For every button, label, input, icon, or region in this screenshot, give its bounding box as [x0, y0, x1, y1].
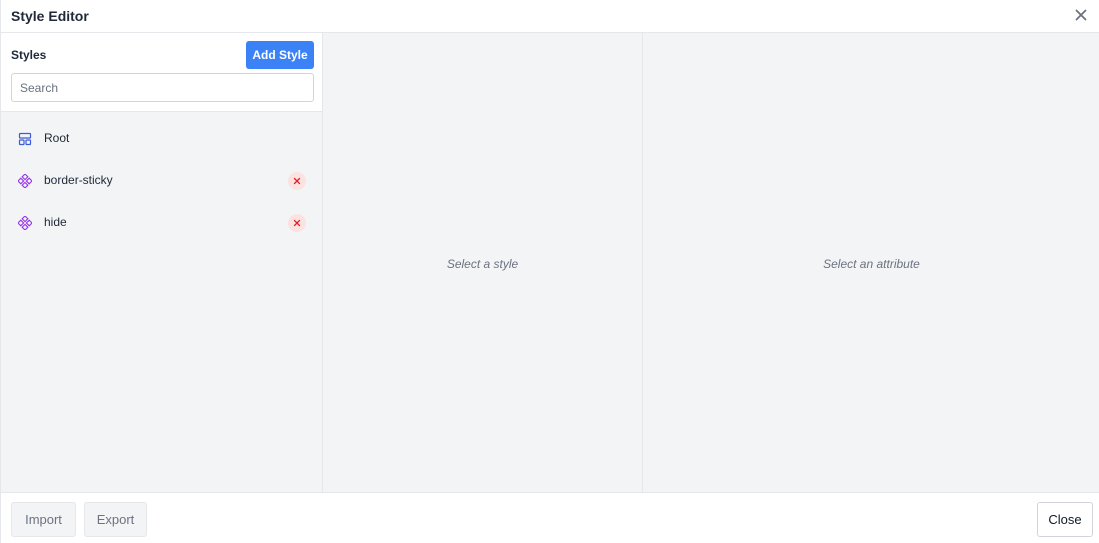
style-item-label: border-sticky [44, 173, 113, 187]
style-item-border-sticky[interactable]: border-sticky [1, 160, 322, 202]
delete-style-button[interactable] [288, 172, 306, 190]
close-button[interactable]: Close [1037, 502, 1093, 537]
close-icon [293, 219, 301, 227]
add-style-button[interactable]: Add Style [246, 41, 314, 69]
import-button[interactable]: Import [11, 502, 76, 537]
styles-label: Styles [11, 48, 47, 62]
style-item-root[interactable]: Root [1, 118, 322, 160]
dialog-header: Style Editor [1, 0, 1099, 33]
style-item-label: Root [44, 131, 70, 145]
search-input[interactable] [11, 73, 314, 102]
dialog-title: Style Editor [11, 8, 89, 24]
component-icon [17, 215, 33, 231]
style-details-panel: Select a style [323, 33, 643, 492]
close-icon [293, 177, 301, 185]
style-item-hide[interactable]: hide [1, 202, 322, 244]
styles-panel: Styles Add Style Root [1, 33, 323, 492]
export-button[interactable]: Export [84, 502, 147, 537]
component-icon [17, 173, 33, 189]
style-editor-dialog: Style Editor Styles Add Style Search Roo… [0, 0, 1099, 543]
dialog-footer: Import Export Close [1, 492, 1099, 543]
select-style-placeholder: Select a style [446, 257, 519, 271]
style-item-label: hide [44, 215, 67, 229]
select-attribute-placeholder: Select an attribute [823, 257, 920, 271]
dialog-body: Styles Add Style Root [1, 33, 1099, 492]
close-icon[interactable] [1072, 6, 1090, 24]
attribute-details-panel: Select an attribute [643, 33, 1099, 492]
styles-panel-header: Styles Add Style [1, 33, 322, 112]
styles-list: Root border-sticky hide [1, 118, 322, 244]
layout-icon [18, 132, 32, 146]
delete-style-button[interactable] [288, 214, 306, 232]
